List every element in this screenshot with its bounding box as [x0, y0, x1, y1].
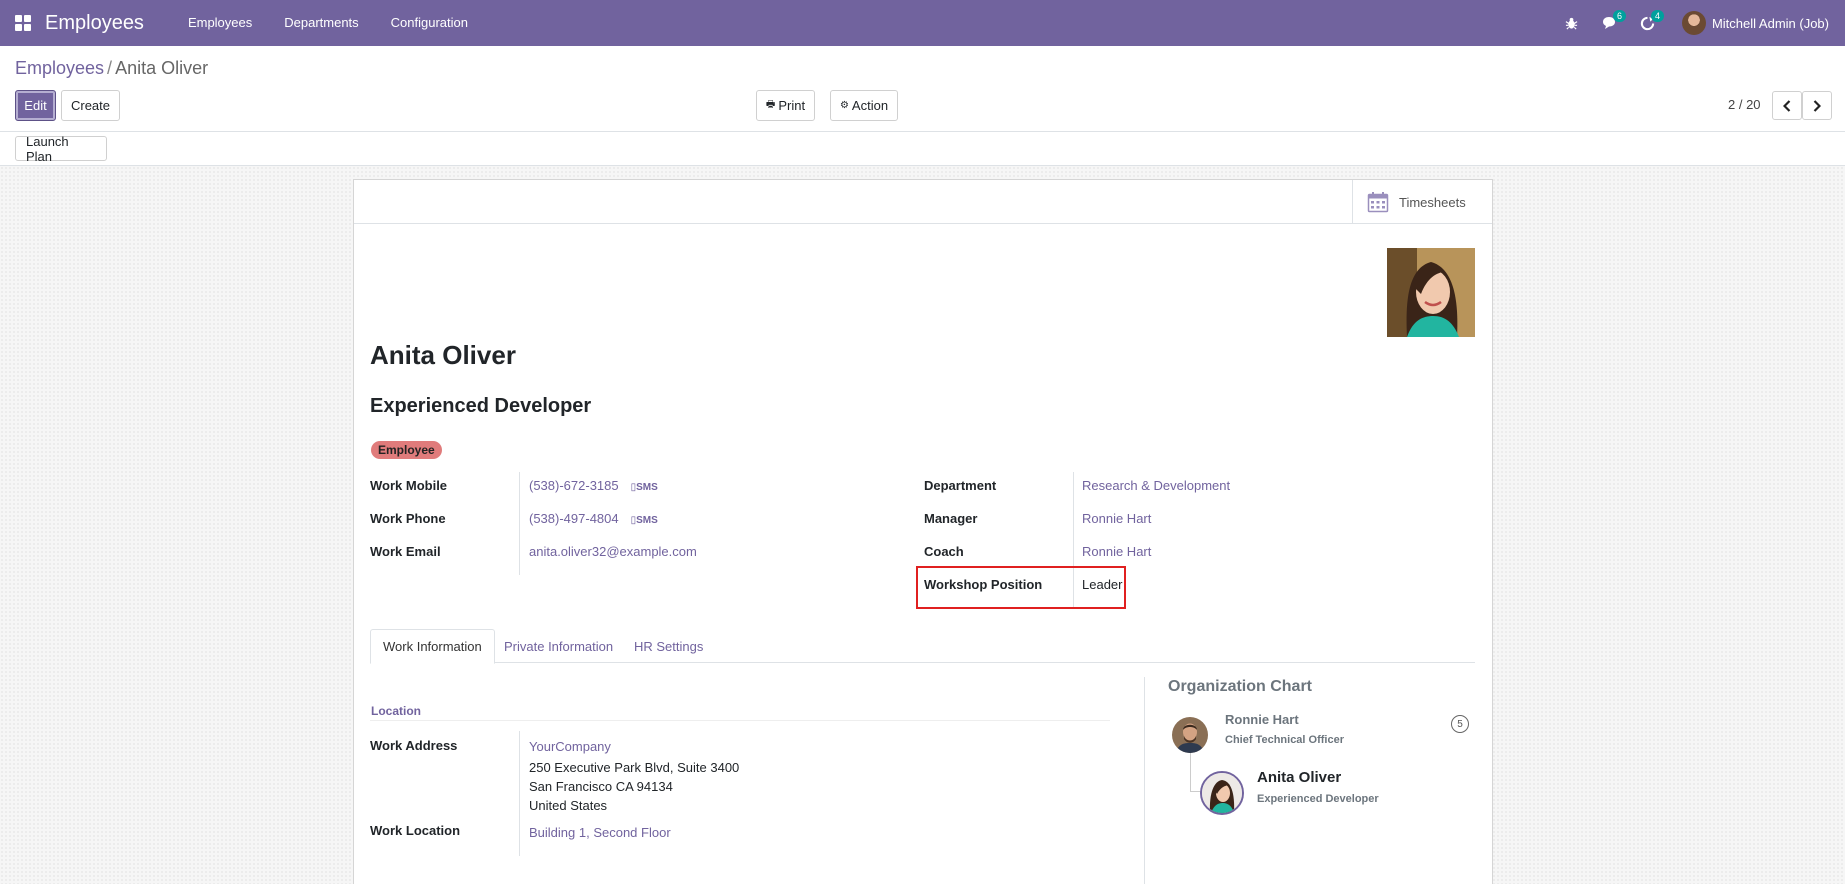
- user-avatar: [1681, 11, 1706, 35]
- messages-count-badge: 6: [1612, 10, 1626, 22]
- systray: 6 4 Mitchell Admin (Job): [1558, 0, 1845, 46]
- work-phone-sms-label: SMS: [636, 515, 658, 526]
- employee-name[interactable]: Anita Oliver: [370, 340, 516, 371]
- work-location-value[interactable]: Building 1, Second Floor: [529, 825, 671, 840]
- work-address-label: Work Address: [370, 738, 458, 753]
- left-fields-divider: [519, 472, 520, 575]
- print-label: Print: [778, 98, 806, 113]
- menu-employees[interactable]: Employees: [172, 0, 268, 46]
- work-mobile-sms-button[interactable]: ▯SMS: [631, 482, 658, 493]
- gear-icon: ⚙: [839, 100, 849, 111]
- org-tree-vertical-line: [1190, 753, 1191, 791]
- coach-value[interactable]: Ronnie Hart: [1082, 544, 1151, 559]
- manager-value[interactable]: Ronnie Hart: [1082, 511, 1151, 526]
- department-label: Department: [924, 478, 997, 493]
- employee-photo[interactable]: [1387, 248, 1475, 337]
- location-group-title: Location: [371, 704, 421, 718]
- employee-tag[interactable]: Employee: [371, 441, 442, 459]
- department-value[interactable]: Research & Development: [1082, 478, 1230, 493]
- user-name: Mitchell Admin (Job): [1711, 15, 1829, 31]
- timesheets-label: Timesheets: [1399, 194, 1466, 210]
- control-panel: Employees / Anita Oliver Edit Create 🖶 Prin…: [0, 46, 1845, 132]
- calendar-icon: [1367, 192, 1389, 213]
- form-sheet: Timesheets Anita Oliver Experienced Deve…: [353, 179, 1493, 884]
- create-button[interactable]: Create: [61, 90, 120, 121]
- chevron-right-icon: [1813, 99, 1821, 112]
- org-chart-title: Organization Chart: [1168, 678, 1313, 695]
- breadcrumb: Employees / Anita Oliver: [15, 58, 208, 79]
- manager-label: Manager: [924, 511, 978, 526]
- work-address-line1: 250 Executive Park Blvd, Suite 3400: [529, 760, 740, 775]
- notebook-tabs: Work Information Private Information HR …: [370, 629, 1475, 664]
- employee-job-title[interactable]: Experienced Developer: [370, 395, 591, 418]
- org-manager-title: Chief Technical Officer: [1225, 734, 1344, 746]
- chevron-left-icon: [1783, 99, 1791, 112]
- work-phone-field[interactable]: (538)-497-4804 ▯SMS: [529, 511, 658, 526]
- work-address-company[interactable]: YourCompany: [529, 739, 611, 754]
- action-label: Action: [851, 98, 889, 113]
- tab-private-information[interactable]: Private Information: [492, 629, 625, 663]
- work-info-divider: [519, 731, 520, 856]
- pager-previous-button[interactable]: [1772, 91, 1802, 120]
- smart-button-box: Timesheets: [354, 180, 1492, 224]
- work-phone-value[interactable]: (538)-497-4804: [529, 511, 619, 526]
- self-avatar[interactable]: [1200, 771, 1244, 815]
- org-manager-name[interactable]: Ronnie Hart: [1225, 712, 1299, 727]
- coach-label: Coach: [924, 544, 964, 559]
- pager-value[interactable]: 2 / 20: [1728, 97, 1761, 112]
- debug-icon[interactable]: [1558, 0, 1586, 46]
- breadcrumb-employees-link[interactable]: Employees: [15, 58, 104, 78]
- org-chart-separator: [1144, 677, 1145, 884]
- statusbar: Launch Plan: [0, 132, 1845, 166]
- location-group-divider: [370, 720, 1110, 721]
- activities-icon[interactable]: 4: [1634, 0, 1664, 46]
- menu-departments[interactable]: Departments: [268, 0, 374, 46]
- work-mobile-field[interactable]: (538)-672-3185 ▯SMS: [529, 478, 658, 493]
- breadcrumb-separator: /: [107, 58, 113, 78]
- work-mobile-label: Work Mobile: [370, 478, 448, 493]
- user-menu[interactable]: Mitchell Admin (Job): [1681, 11, 1829, 35]
- apps-menu-icon[interactable]: [15, 15, 31, 31]
- tab-work-information[interactable]: Work Information: [370, 629, 495, 664]
- work-email-label: Work Email: [370, 544, 441, 559]
- work-email-value[interactable]: anita.oliver32@example.com: [529, 544, 697, 559]
- action-button[interactable]: ⚙ Action: [830, 90, 898, 121]
- workshop-position-highlight: [916, 566, 1126, 609]
- breadcrumb-current: Anita Oliver: [115, 58, 209, 78]
- edit-button[interactable]: Edit: [15, 90, 56, 121]
- manager-avatar[interactable]: [1172, 717, 1208, 753]
- org-manager-subordinates-badge[interactable]: 5: [1451, 715, 1469, 733]
- work-address-line3: United States: [529, 798, 608, 813]
- messages-icon[interactable]: 6: [1596, 0, 1626, 46]
- print-button[interactable]: 🖶 Print: [756, 90, 815, 121]
- top-navbar: Employees Employees Departments Configur…: [0, 0, 1845, 46]
- work-address-line2: San Francisco CA 94134: [529, 779, 673, 794]
- launch-plan-button[interactable]: Launch Plan: [15, 134, 107, 164]
- pager-next-button[interactable]: [1802, 91, 1832, 120]
- print-icon: 🖶: [765, 99, 776, 110]
- work-mobile-value[interactable]: (538)-672-3185: [529, 478, 619, 493]
- app-title[interactable]: Employees: [45, 12, 144, 35]
- work-location-label: Work Location: [370, 823, 461, 838]
- org-self-name[interactable]: Anita Oliver: [1257, 769, 1341, 786]
- work-phone-label: Work Phone: [370, 511, 446, 526]
- activities-count-badge: 4: [1650, 10, 1664, 22]
- timesheets-button[interactable]: Timesheets: [1352, 180, 1492, 224]
- tab-hr-settings[interactable]: HR Settings: [622, 629, 715, 663]
- work-mobile-sms-label: SMS: [636, 482, 658, 493]
- main-menu: Employees Departments Configuration: [172, 0, 484, 46]
- work-phone-sms-button[interactable]: ▯SMS: [631, 515, 658, 526]
- org-self-title: Experienced Developer: [1257, 793, 1379, 805]
- menu-configuration[interactable]: Configuration: [375, 0, 484, 46]
